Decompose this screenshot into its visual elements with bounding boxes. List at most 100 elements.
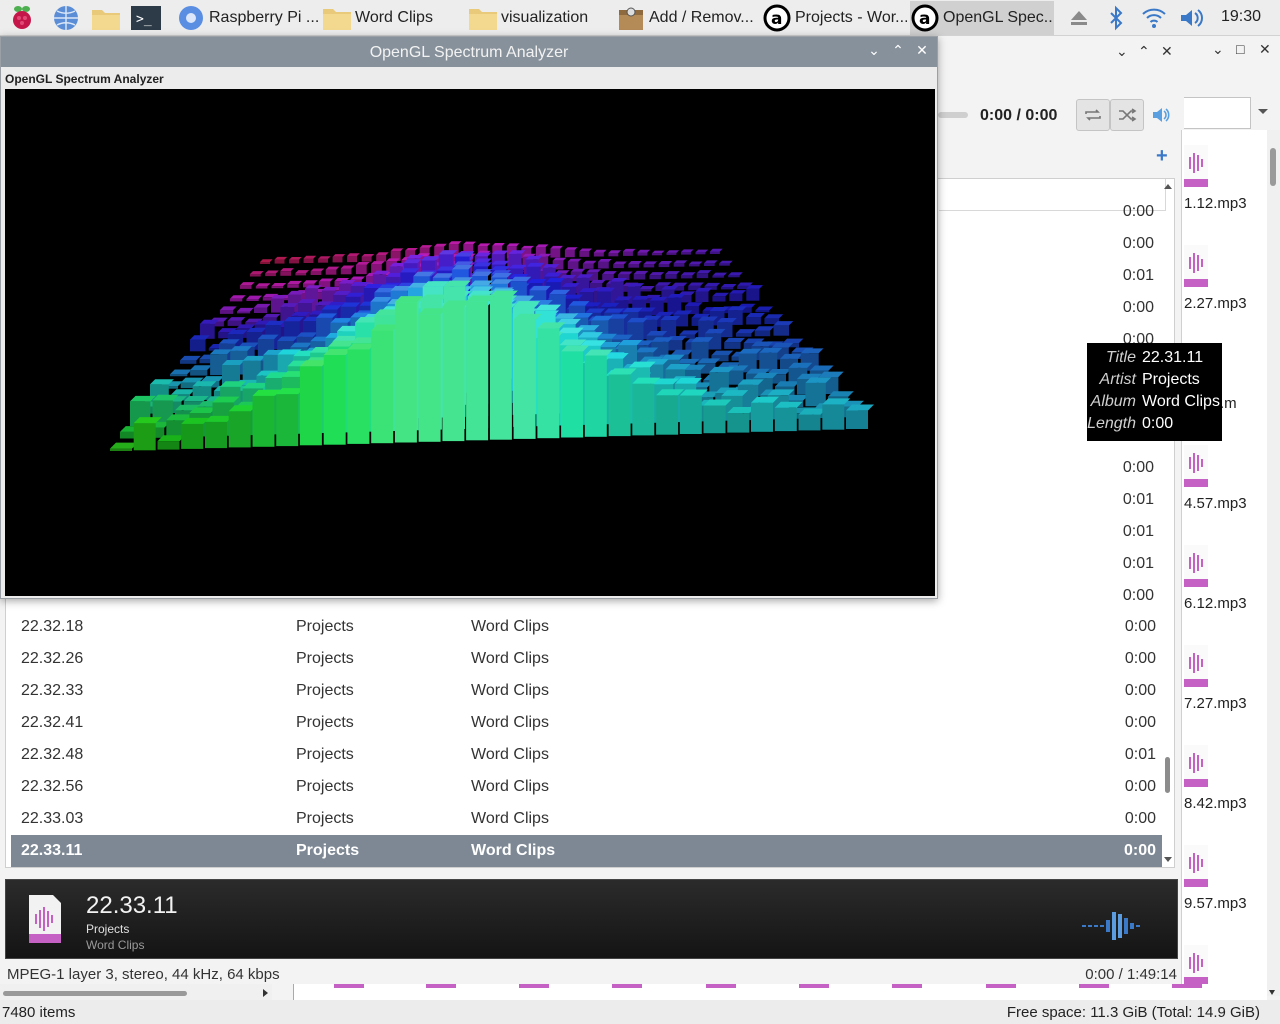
title-cell: 22.32.18 [21, 618, 84, 635]
task-label: Add / Remov... [649, 9, 754, 26]
spectrum-bar [633, 270, 649, 280]
playlist-row[interactable]: 22.32.26 Projects Word Clips 0:00 [11, 643, 1162, 675]
task-projects[interactable]: a Projects - Wor... [762, 1, 907, 35]
spectrum-bar [613, 261, 627, 269]
task-opengl-spectrum[interactable]: a OpenGL Spec... [910, 1, 1054, 35]
playlist-scrollbar[interactable] [1161, 180, 1175, 868]
search-input[interactable] [1184, 97, 1251, 129]
mini-visualizer-icon [1082, 912, 1140, 940]
file-name: 8.42.mp3 [1184, 795, 1247, 812]
close-button[interactable]: ✕ [913, 42, 931, 60]
playlist-row[interactable]: 22.33.03 Projects Word Clips 0:00 [11, 803, 1162, 835]
album-cell: Word Clips [471, 778, 549, 795]
file-name: 9.57.mp3 [1184, 895, 1247, 912]
playlist-row[interactable]: 22.32.56 Projects Word Clips 0:00 [11, 771, 1162, 803]
spectrum-bar [325, 266, 340, 275]
playlist-row[interactable]: 22.32.48 Projects Word Clips 0:01 [11, 739, 1162, 771]
raspberry-menu-icon[interactable] [8, 4, 36, 32]
shuffle-button[interactable] [1110, 99, 1144, 131]
spectrum-bar [190, 365, 212, 376]
task-browser[interactable]: Raspberry Pi ... [176, 1, 318, 35]
web-browser-icon[interactable] [52, 4, 80, 32]
player-volume-icon[interactable] [1151, 105, 1171, 125]
file-marker [426, 984, 456, 988]
scrollbar-thumb[interactable] [1270, 148, 1276, 186]
playlist-row-selected[interactable]: 22.33.11 Projects Word Clips 0:00 [11, 835, 1162, 867]
title-cell: 22.33.11 [21, 842, 83, 859]
maximize-button[interactable]: ⌃ [889, 42, 907, 60]
playlist-row[interactable]: 22.32.33 Projects Word Clips 0:00 [11, 675, 1162, 707]
scroll-down-icon[interactable] [1163, 856, 1173, 864]
close-button[interactable]: ✕ [1161, 43, 1173, 60]
minimize-button[interactable]: ⌄ [1116, 43, 1128, 60]
spectrum-bar [755, 306, 774, 313]
minimize-button[interactable]: ⌄ [865, 42, 883, 60]
artist-cell: Projects [296, 682, 354, 699]
spectrum-bar [651, 250, 665, 256]
scroll-right-icon[interactable] [262, 988, 270, 998]
bluetooth-icon[interactable] [1106, 3, 1126, 33]
seek-bar[interactable] [938, 112, 968, 118]
spectrum-bar [846, 404, 874, 429]
spectrum-bar [696, 270, 712, 279]
spectrum-bar [639, 286, 655, 292]
file-marker [892, 984, 922, 988]
spectrum-bar [643, 261, 658, 268]
spectrum-bar [695, 287, 713, 302]
file-name: 2.27.mp3 [1184, 295, 1247, 312]
svg-text:a: a [919, 9, 930, 29]
fm-minimize-button[interactable]: ⌄ [1212, 41, 1224, 58]
spectrum-bar [688, 261, 703, 267]
spectrum-bar [274, 256, 288, 264]
task-add-remove[interactable]: Add / Remov... [616, 1, 756, 35]
chevron-down-icon[interactable] [1257, 108, 1269, 116]
file-list-scrollbar[interactable] [1267, 130, 1280, 996]
task-label: Word Clips [355, 9, 433, 26]
spectrum-bar [681, 249, 694, 255]
file-marker [706, 984, 736, 988]
audacious-icon: a [763, 4, 791, 32]
task-visualization[interactable]: visualization [468, 1, 608, 35]
tooltip-album: Word Clips [1142, 393, 1220, 410]
task-word-clips[interactable]: Word Clips [322, 1, 462, 35]
title-cell: 22.32.41 [21, 714, 84, 731]
shuffle-icon [1119, 108, 1137, 122]
maximize-button[interactable]: ⌃ [1138, 43, 1150, 60]
task-label: OpenGL Spec... [943, 9, 1054, 26]
length-cell: 0:01 [1122, 523, 1154, 540]
spectrum-bar [703, 260, 718, 266]
horizontal-scrollbar[interactable] [0, 984, 272, 1000]
length-cell: 0:00 [1124, 650, 1156, 667]
spectrum-bar [680, 272, 696, 279]
fm-close-button[interactable]: ✕ [1259, 41, 1271, 58]
add-playlist-button[interactable]: + [1156, 145, 1168, 168]
repeat-button[interactable] [1076, 99, 1110, 131]
scroll-up-icon[interactable] [1163, 182, 1173, 190]
length-cell: 0:01 [1122, 491, 1154, 508]
window-titlebar[interactable]: OpenGL Spectrum Analyzer ⌄ ⌃ ✕ [1, 37, 937, 67]
audio-file-icon [1184, 845, 1208, 887]
volume-icon[interactable] [1178, 3, 1206, 33]
file-manager-icon[interactable] [90, 4, 122, 32]
chevron-down-icon[interactable] [1268, 988, 1276, 998]
fm-maximize-button[interactable]: □ [1236, 41, 1244, 57]
taskbar: >_ Raspberry Pi ... Word Clips visualiza… [0, 0, 1280, 36]
eject-icon[interactable] [1068, 3, 1090, 33]
wifi-icon[interactable] [1140, 3, 1168, 33]
playlist-row[interactable]: 22.32.41 Projects Word Clips 0:00 [11, 707, 1162, 739]
file-marker [519, 984, 549, 988]
spectrum-visualization [110, 241, 874, 451]
scrollbar-thumb[interactable] [3, 991, 187, 996]
spectrum-bar [550, 245, 563, 258]
spectrum-bar [246, 295, 263, 301]
spectrum-bar [332, 254, 346, 263]
artist-cell: Projects [296, 778, 354, 795]
title-cell: 22.32.26 [21, 650, 84, 667]
terminal-icon[interactable]: >_ [130, 4, 162, 32]
spectrum-bar [253, 303, 271, 313]
spectrum-bar [190, 335, 210, 352]
package-icon [619, 7, 643, 30]
playlist-row[interactable]: 22.32.18 Projects Word Clips 0:00 [11, 611, 1162, 643]
scrollbar-thumb[interactable] [1165, 757, 1170, 793]
artist-cell: Projects [296, 650, 354, 667]
